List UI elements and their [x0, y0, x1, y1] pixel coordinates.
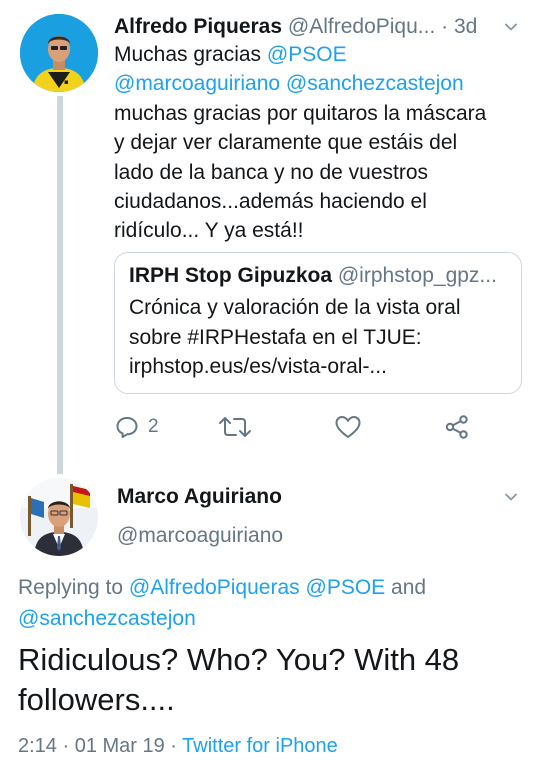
quoted-tweet-card[interactable]: IRPH Stop Gipuzkoa @irphstop_gpz... Crón… [114, 252, 522, 394]
thread-connector [57, 96, 63, 474]
mention-link[interactable]: @PSOE [267, 43, 347, 66]
tweet-source-link[interactable]: Twitter for iPhone [182, 735, 338, 757]
retweet-icon [219, 417, 251, 437]
mention-link[interactable]: @PSOE [306, 576, 386, 599]
reply-button[interactable]: 2 [114, 410, 159, 444]
chevron-down-icon [505, 23, 517, 31]
heart-icon [335, 416, 361, 438]
tweet-menu-button[interactable] [500, 486, 522, 508]
mention-link[interactable]: @AlfredoPiqueras [129, 576, 300, 599]
tweet-body-line: Muchas gracias @PSOE [114, 43, 347, 66]
author-name[interactable]: Marco Aguiriano [117, 482, 282, 512]
tweet-meta: 2:14 · 01 Mar 19 · Twitter for iPhone [18, 731, 338, 761]
quoted-body-line: irphstop.eus/es/vista-oral-... [129, 355, 387, 378]
replying-to-label: Replying to [18, 576, 129, 599]
tweet-body-line: muchas gracias por quitaros la máscara [114, 101, 487, 125]
quoted-tweet-body: Crónica y valoración de la vista oral so… [129, 293, 509, 382]
replying-to-and: and [385, 576, 427, 599]
tweet-time[interactable]: · 3d [441, 15, 477, 38]
quoted-body-line: Crónica y valoración de la vista oral [129, 296, 461, 319]
mention-link[interactable]: @sanchezcastejon [18, 607, 196, 630]
author-name[interactable]: Alfredo Piqueras [114, 15, 282, 38]
tweet-menu-button[interactable] [500, 16, 522, 38]
tweet-body-line: @marcoaguiriano @sanchezcastejon [114, 69, 524, 98]
tweet-header: Alfredo Piqueras @AlfredoPiqu... · 3d [114, 12, 534, 42]
like-button[interactable] [334, 410, 362, 444]
tweet-body-line: ciudadanos...además haciendo el [114, 190, 427, 214]
chevron-down-icon [505, 493, 517, 501]
tweet-text: Ridiculous? Who? You? With 48 followers.… [18, 640, 528, 720]
tweet-text-line: followers.... [18, 682, 175, 717]
mention-link[interactable]: @marcoaguiriano [114, 72, 280, 95]
tweet-body-line: ridículo... Y ya está!! [114, 219, 304, 243]
tweet-body: Muchas gracias @PSOE @marcoaguiriano @sa… [114, 40, 524, 246]
author-handle[interactable]: @marcoaguiriano [117, 521, 283, 551]
quoted-author-handle: @irphstop_gpz... [337, 264, 497, 287]
quoted-tweet-header: IRPH Stop Gipuzkoa @irphstop_gpz... [129, 261, 509, 291]
mention-link[interactable]: @sanchezcastejon [286, 72, 464, 95]
replying-to: Replying to @AlfredoPiqueras @PSOE and @… [18, 573, 528, 634]
reply-icon [116, 417, 138, 438]
share-button[interactable] [444, 410, 470, 444]
retweet-button[interactable] [218, 410, 252, 444]
tweet-body-line: y dejar ver claramente que estáis del [114, 131, 458, 155]
tweet-text-line: Ridiculous? Who? You? With 48 [18, 642, 460, 677]
quoted-body-line: sobre #IRPHestafa en el TJUE: [129, 325, 422, 349]
tweet-actions: 2 [114, 410, 514, 444]
avatar-marco[interactable] [20, 478, 98, 556]
reply-count: 2 [148, 416, 159, 437]
share-icon [445, 415, 468, 439]
author-handle[interactable]: @AlfredoPiqu... [288, 15, 435, 38]
quoted-author-name: IRPH Stop Gipuzkoa [129, 264, 333, 287]
svg-text:▪: ▪ [64, 78, 69, 86]
tweet-body-line: lado de la banca y no de vuestros [114, 160, 429, 184]
tweet-timestamp: 2:14 · 01 Mar 19 · [18, 735, 183, 757]
avatar-alfredo[interactable]: ▪ [20, 14, 98, 92]
